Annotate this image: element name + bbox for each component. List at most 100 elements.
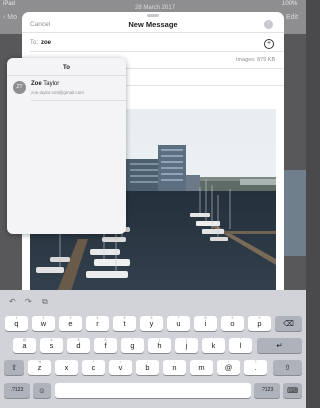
key-j[interactable]: ) j (175, 338, 198, 353)
key-hint: 2 (42, 316, 45, 320)
key-hint: * (131, 338, 134, 342)
compose-title: New Message (128, 20, 178, 29)
key-hint: ( (158, 338, 161, 342)
key-label: ⌫ (283, 319, 294, 328)
key-e[interactable]: 3e (59, 316, 82, 331)
key-hint: # (50, 338, 53, 342)
key-o[interactable]: 9o (221, 316, 244, 331)
emoji-key[interactable]: ☺ (33, 383, 51, 398)
key-hint: = (119, 360, 122, 364)
key-hint: 3 (69, 316, 72, 320)
to-field[interactable]: zoe (41, 40, 51, 46)
key-hint: ? (254, 360, 257, 364)
key-w[interactable]: 2w (32, 316, 55, 331)
key-m[interactable]: :m (190, 360, 213, 375)
key-hint: ; (174, 360, 175, 364)
image-size-label[interactable]: Images: 875 KB (236, 57, 275, 63)
backspace-key[interactable]: ⌫ (275, 316, 302, 331)
key-hint: 9 (231, 316, 234, 320)
back-button: ‹ Mo (3, 14, 18, 21)
divider (31, 100, 126, 101)
to-label: To: (30, 40, 39, 46)
key-p[interactable]: 0p (248, 316, 271, 331)
key-label: .?123 (260, 387, 274, 393)
numbers-key-left[interactable]: .?123 (4, 383, 30, 398)
key-hint: 4 (96, 316, 99, 320)
popover-title: To (63, 65, 70, 71)
numbers-key-right[interactable]: .?123 (254, 383, 280, 398)
key-period[interactable]: ?. (244, 360, 267, 375)
key-r[interactable]: 4r (86, 316, 109, 331)
key-hint: $ (77, 338, 80, 342)
key-n[interactable]: ; n (163, 360, 186, 375)
key-c[interactable]: + c (82, 360, 105, 375)
back-label: Mo (7, 14, 18, 21)
key-hint: ! (228, 360, 229, 364)
key-hint: + (92, 360, 95, 364)
key-label: ↵ (276, 341, 283, 350)
key-y[interactable]: 6y (140, 316, 163, 331)
key-hint: 6 (150, 316, 153, 320)
key-k[interactable]: ' k (202, 338, 225, 353)
key-label: ☺ (38, 386, 46, 395)
status-battery: 100% (282, 1, 298, 7)
photo-date: 28 March 2017 (135, 5, 176, 11)
key-hint: 0 (258, 316, 261, 320)
key-f[interactable]: & f (94, 338, 117, 353)
key-i[interactable]: 8i (194, 316, 217, 331)
background-photo-sliver (284, 170, 306, 256)
status-device: iPad (3, 1, 16, 7)
avatar: ZT (13, 81, 26, 94)
divider (30, 51, 284, 52)
key-label: ⌨ (287, 386, 298, 395)
contact-first-name: Zoe (31, 81, 42, 87)
key-b[interactable]: / b (136, 360, 159, 375)
key-hint: : (201, 360, 202, 364)
divider (22, 32, 284, 33)
shift-key-right[interactable]: ⇧ (273, 360, 302, 375)
key-hint: 1 (15, 316, 18, 320)
return-key[interactable]: ↵ (257, 338, 302, 353)
redo-icon[interactable]: ↷ (25, 297, 32, 306)
key-hint: ) (185, 338, 188, 342)
key-hint: 8 (204, 316, 207, 320)
key-d[interactable]: $ d (67, 338, 90, 353)
paste-icon[interactable]: ⧉ (42, 297, 48, 307)
key-label: ⇧ (284, 363, 291, 372)
space-key[interactable] (55, 383, 251, 398)
contact-name: Zoe Taylor (31, 81, 59, 87)
recipient-suggestions-popover: To ZT Zoe Taylor zoe.taylor.smt@gmail.co… (7, 58, 126, 234)
contact-last-name: Taylor (43, 81, 60, 87)
undo-icon[interactable]: ↶ (9, 297, 16, 306)
key-hint: @ (22, 338, 27, 342)
key-hint: / (147, 360, 148, 364)
sheet-grabber[interactable] (147, 14, 159, 17)
key-a[interactable]: @ a (13, 338, 36, 353)
key-hint: 5 (123, 316, 126, 320)
key-hint: % (37, 360, 42, 364)
dismiss-keyboard-key[interactable]: ⌨ (283, 383, 302, 398)
key-hint: - (65, 360, 68, 364)
send-button[interactable]: ↑ (264, 20, 273, 29)
shift-key-left[interactable]: ⇧ (4, 360, 24, 375)
key-x[interactable]: -x (55, 360, 78, 375)
edit-button: Edit (286, 14, 299, 21)
key-z[interactable]: % z (28, 360, 51, 375)
key-g[interactable]: * g (121, 338, 144, 353)
key-label: .?123 (10, 387, 24, 393)
key-q[interactable]: 1q (5, 316, 28, 331)
key-hint: " (239, 338, 242, 342)
key-hint: ' (213, 338, 214, 342)
key-l[interactable]: " l (229, 338, 252, 353)
key-s[interactable]: # s (40, 338, 63, 353)
key-hint: 7 (177, 316, 180, 320)
key-v[interactable]: = v (109, 360, 132, 375)
key-t[interactable]: 5t (113, 316, 136, 331)
add-contact-icon[interactable]: + (264, 39, 274, 49)
key-u[interactable]: 7u (167, 316, 190, 331)
key-label: ⇧ (10, 363, 18, 372)
contact-email: zoe.taylor.smt@gmail.com (31, 90, 84, 95)
send-arrow-icon: ↑ (267, 21, 270, 27)
key-h[interactable]: (h (148, 338, 171, 353)
key-at[interactable]: ! @ (217, 360, 240, 375)
